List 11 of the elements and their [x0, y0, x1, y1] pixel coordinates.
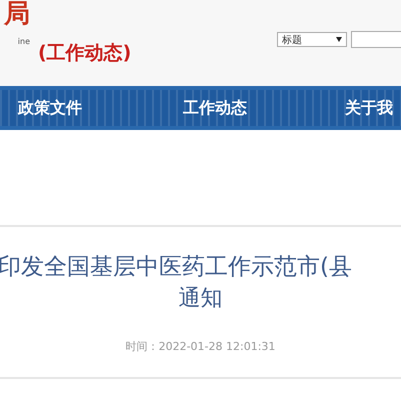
logo-text: 局 — [4, 0, 30, 28]
section-title: (工作动态) — [38, 41, 132, 66]
logo-subtext: ine — [18, 37, 30, 46]
caret-icon — [336, 37, 342, 42]
publish-time: 时间：2022-01-28 12:01:31 — [126, 339, 276, 354]
nav-link[interactable]: 工作动态 — [183, 98, 247, 118]
nav-link[interactable]: 政策文件 — [18, 98, 82, 118]
scope-select[interactable]: 标题 — [277, 32, 347, 47]
nav-link[interactable]: 关于我 — [345, 98, 393, 118]
search-field[interactable] — [351, 31, 401, 48]
article-title: 通知 — [178, 285, 222, 313]
